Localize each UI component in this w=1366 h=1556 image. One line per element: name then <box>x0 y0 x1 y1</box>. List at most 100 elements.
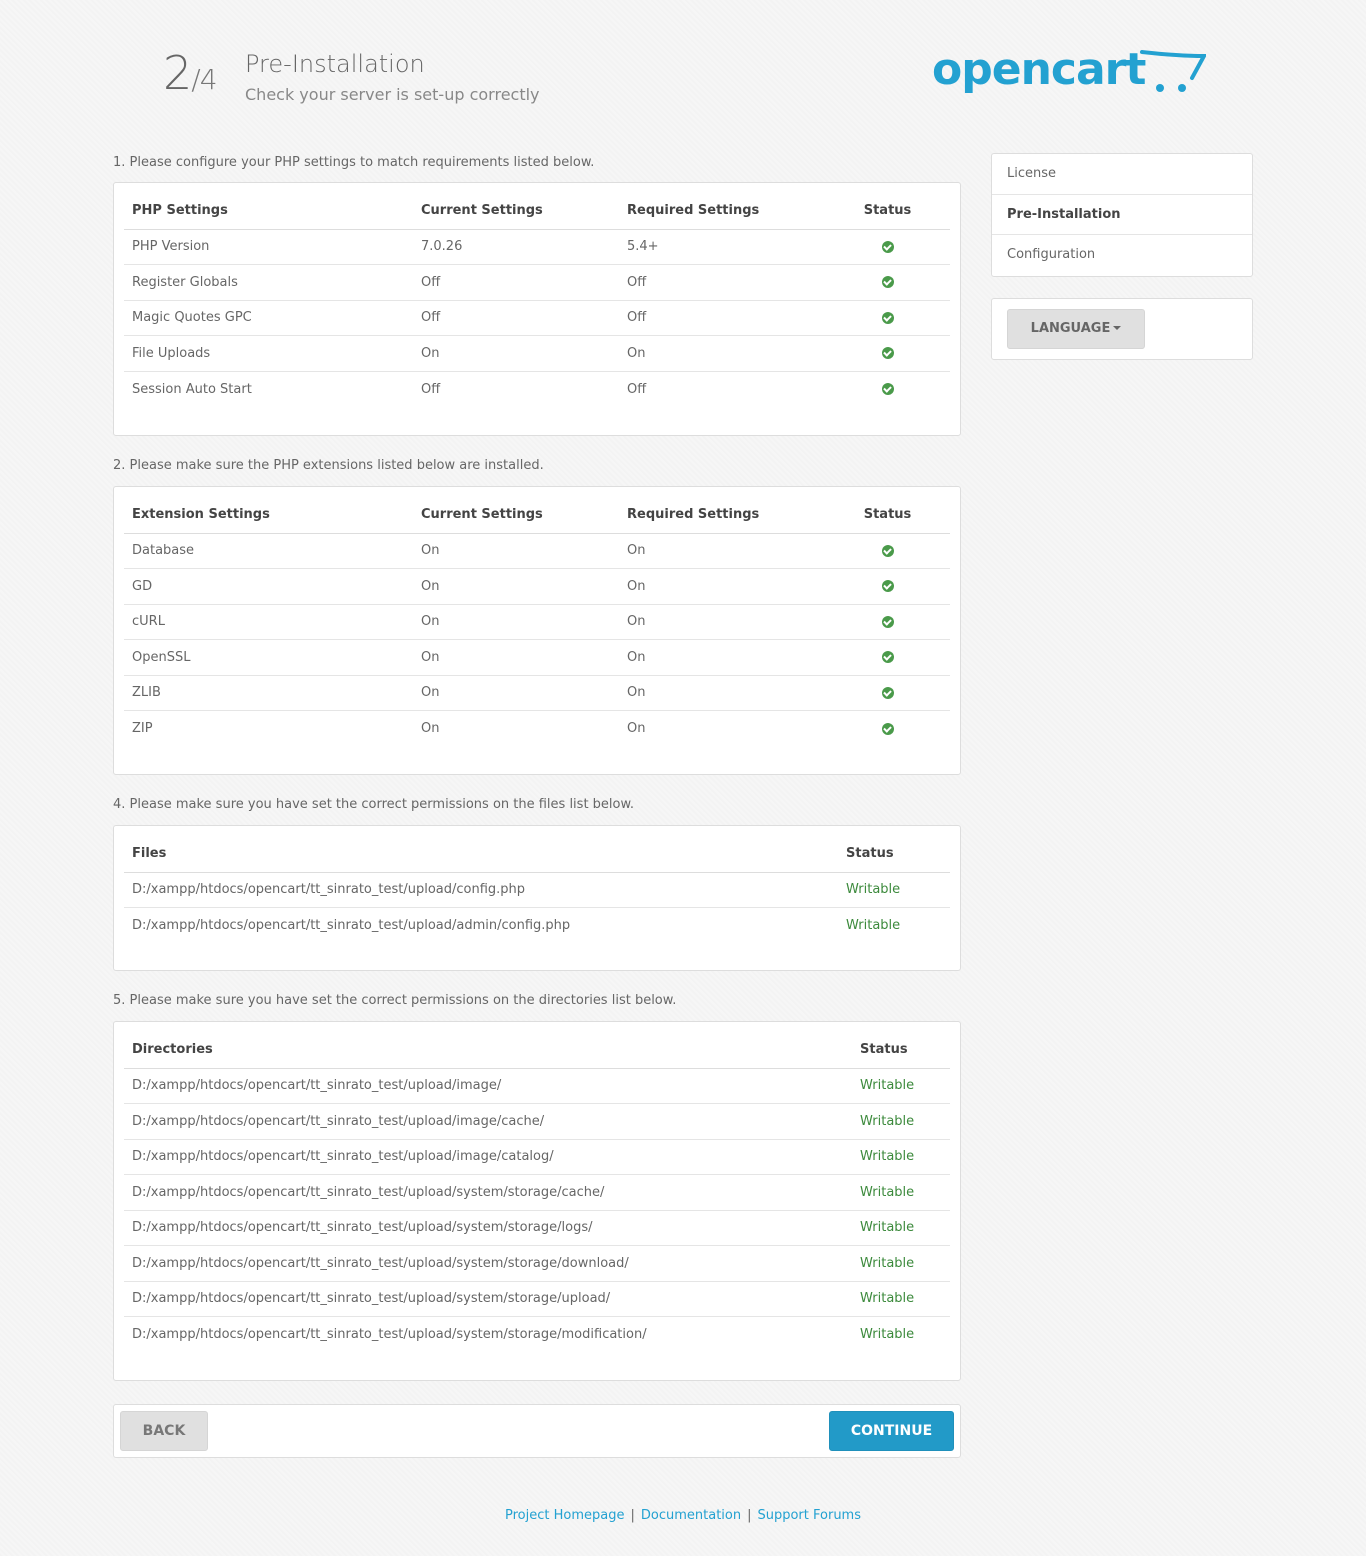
table-row: D:/xampp/htdocs/opencart/tt_sinrato_test… <box>124 1210 950 1246</box>
table-row: D:/xampp/htdocs/opencart/tt_sinrato_test… <box>124 1068 950 1104</box>
required-setting: On <box>619 335 825 372</box>
check-circle-icon <box>881 722 894 735</box>
path-cell: D:/xampp/htdocs/opencart/tt_sinrato_test… <box>124 1281 852 1317</box>
nav-item-pre-installation[interactable]: Pre-Installation <box>992 195 1252 235</box>
footer: Project Homepage | Documentation | Support F… <box>0 1508 1366 1523</box>
writable-status: Writable <box>852 1068 950 1104</box>
setting-name: ZIP <box>132 721 153 736</box>
status-cell <box>825 264 950 301</box>
column-header: Status <box>852 1032 950 1069</box>
php-settings-panel: PHP Settings Current Settings Required S… <box>113 182 961 436</box>
header: 2/4 Pre-Installation Check your server i… <box>0 0 1366 140</box>
action-bar: BACK CONTINUE <box>113 1404 961 1458</box>
current-setting: On <box>421 721 440 736</box>
extension-settings-panel: Extension Settings Current Settings Requ… <box>113 486 961 775</box>
writable-status: Writable <box>846 918 901 933</box>
logo-text: opencart <box>932 44 1146 95</box>
check-circle-icon <box>881 240 894 253</box>
setting-name: ZLIB <box>124 675 413 711</box>
setting-name: cURL <box>124 604 413 640</box>
footer-separator: | <box>630 1508 635 1523</box>
language-label: LANGUAGE <box>1030 320 1111 336</box>
writable-status: Writable <box>838 872 950 908</box>
path-cell: D:/xampp/htdocs/opencart/tt_sinrato_test… <box>124 1174 852 1211</box>
column-header: Status <box>825 497 950 534</box>
required-setting: 5.4+ <box>619 229 825 265</box>
column-header: Extension Settings <box>124 497 413 534</box>
table-row: D:/xampp/htdocs/opencart/tt_sinrato_test… <box>124 1139 950 1175</box>
column-header: Directories <box>124 1032 852 1069</box>
footer-separator: | <box>747 1508 752 1523</box>
nav-item-configuration[interactable]: Configuration <box>992 235 1252 276</box>
table-row: D:/xampp/htdocs/opencart/tt_sinrato_test… <box>124 1317 950 1353</box>
extensions-section-label: 2. Please make sure the PHP extensions l… <box>113 458 544 473</box>
column-header: PHP Settings <box>124 193 413 230</box>
writable-status: Writable <box>852 1174 950 1211</box>
path-cell: D:/xampp/htdocs/opencart/tt_sinrato_test… <box>124 1245 852 1282</box>
php-settings-table: PHP Settings Current Settings Required S… <box>124 193 950 407</box>
check-circle-icon <box>881 544 894 557</box>
support-forums-link[interactable]: Support Forums <box>757 1508 861 1523</box>
required-setting: Off <box>627 381 647 397</box>
current-setting: Off <box>413 264 619 301</box>
required-setting: On <box>619 568 825 605</box>
php-section-label: 1. Please configure your PHP settings to… <box>113 155 595 170</box>
path-cell: D:/xampp/htdocs/opencart/tt_sinrato_test… <box>132 918 571 933</box>
required-setting: On <box>619 604 825 640</box>
table-row: PHP Version 7.0.26 5.4+ <box>124 229 950 265</box>
setting-name: Register Globals <box>124 264 413 301</box>
page-subtitle: Check your server is set-up correctly <box>245 85 540 104</box>
required-setting: Off <box>619 300 825 336</box>
status-cell <box>825 335 950 372</box>
required-setting: On <box>619 675 825 711</box>
step-number: 2 <box>163 46 192 100</box>
path-cell: D:/xampp/htdocs/opencart/tt_sinrato_test… <box>124 1103 852 1140</box>
install-steps-nav: License Pre-Installation Configuration <box>991 153 1253 277</box>
table-row: D:/xampp/htdocs/opencart/tt_sinrato_test… <box>124 1281 950 1317</box>
directories-table: Directories Status D:/xampp/htdocs/openc… <box>124 1032 950 1352</box>
writable-status: Writable <box>860 1327 915 1342</box>
required-setting: On <box>627 721 646 736</box>
path-cell: D:/xampp/htdocs/opencart/tt_sinrato_test… <box>124 872 838 908</box>
caret-down-icon <box>1113 326 1122 330</box>
table-row: D:/xampp/htdocs/opencart/tt_sinrato_test… <box>124 872 950 908</box>
language-dropdown-button[interactable]: LANGUAGE <box>1007 308 1145 349</box>
continue-button[interactable]: CONTINUE <box>829 1411 954 1451</box>
check-circle-icon <box>881 686 894 699</box>
back-button[interactable]: BACK <box>120 1411 208 1451</box>
project-homepage-link[interactable]: Project Homepage <box>505 1508 624 1523</box>
table-row: OpenSSL On On <box>124 639 950 676</box>
cart-icon <box>1140 50 1206 92</box>
setting-name: Session Auto Start <box>132 381 252 397</box>
files-table: Files Status D:/xampp/htdocs/opencart/tt… <box>124 836 950 943</box>
current-setting: On <box>413 675 619 711</box>
table-row: Magic Quotes GPC Off Off <box>124 300 950 336</box>
column-header: Current Settings <box>413 193 619 230</box>
current-setting: Off <box>413 300 619 336</box>
table-row: D:/xampp/htdocs/opencart/tt_sinrato_test… <box>124 1245 950 1282</box>
table-row: cURL On On <box>124 604 950 640</box>
path-cell: D:/xampp/htdocs/opencart/tt_sinrato_test… <box>124 1210 852 1246</box>
table-row: ZIP On On <box>124 711 950 747</box>
extension-settings-table: Extension Settings Current Settings Requ… <box>124 497 950 746</box>
opencart-logo: opencart <box>932 46 1212 106</box>
current-setting: 7.0.26 <box>413 229 619 265</box>
column-header: Current Settings <box>413 497 619 534</box>
language-panel: LANGUAGE <box>991 297 1253 360</box>
column-header: Status <box>825 193 950 230</box>
check-circle-icon <box>881 651 894 664</box>
check-circle-icon <box>881 580 894 593</box>
setting-name: Database <box>124 533 413 569</box>
directories-panel: Directories Status D:/xampp/htdocs/openc… <box>113 1021 961 1381</box>
path-cell: D:/xampp/htdocs/opencart/tt_sinrato_test… <box>132 1327 647 1342</box>
setting-name: PHP Version <box>124 229 413 265</box>
step-indicator: 2/4 <box>163 50 218 96</box>
nav-item-license[interactable]: License <box>992 154 1252 195</box>
documentation-link[interactable]: Documentation <box>641 1508 741 1523</box>
path-cell: D:/xampp/htdocs/opencart/tt_sinrato_test… <box>124 1139 852 1175</box>
step-total: /4 <box>191 63 217 96</box>
setting-name: GD <box>124 568 413 605</box>
check-circle-icon <box>881 311 894 324</box>
current-setting: Off <box>421 381 441 397</box>
required-setting: On <box>619 639 825 676</box>
